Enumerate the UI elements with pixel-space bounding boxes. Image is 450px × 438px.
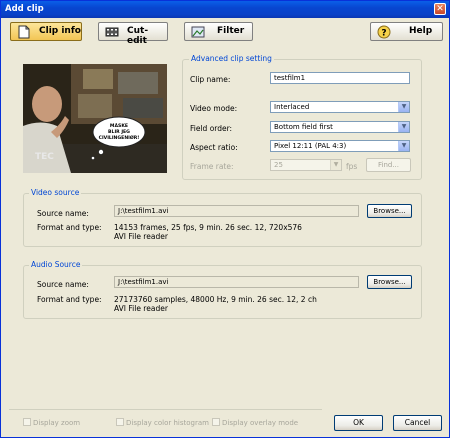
window-title: Add clip — [5, 4, 44, 14]
film-strip-icon — [105, 27, 119, 37]
close-button[interactable]: ✕ — [434, 3, 446, 15]
svg-text:?: ? — [381, 29, 386, 39]
field-order-label: Field order: — [190, 124, 233, 133]
chevron-down-icon[interactable]: ▼ — [330, 160, 341, 170]
video-mode-select[interactable]: Interlaced ▼ — [270, 101, 410, 113]
add-clip-dialog: Add clip ✕ Clip info Cut-edit Filter ? H… — [0, 0, 450, 438]
tab-clip-info-label: Clip info — [39, 26, 81, 36]
video-source-name-label: Source name: — [37, 209, 89, 218]
clip-name-input[interactable]: testfilm1 — [270, 72, 410, 84]
audio-format-line-1: 27173760 samples, 48000 Hz, 9 min. 26 se… — [114, 295, 317, 304]
ok-button[interactable]: OK — [334, 415, 383, 431]
field-order-value: Bottom field first — [274, 123, 333, 131]
preview-scene: MÅSKE BLIR JEG CIVILINGENIØR! TEC — [23, 64, 167, 173]
title-bar: Add clip ✕ — [1, 1, 449, 18]
tab-cut-edit[interactable]: Cut-edit — [98, 22, 168, 46]
aspect-ratio-label: Aspect ratio: — [190, 143, 238, 152]
display-overlay-mode-label: Display overlay mode — [222, 419, 299, 427]
display-zoom-label: Display zoom — [33, 419, 81, 427]
help-label: Help — [409, 26, 433, 36]
tab-cut-edit-label: Cut-edit — [127, 26, 149, 46]
video-format-label: Format and type: — [37, 223, 102, 232]
display-zoom-checkbox[interactable] — [23, 418, 31, 426]
frame-rate-value: 25 — [274, 161, 283, 169]
video-source-name-field: J:\testfilm1.avi — [114, 205, 359, 217]
frame-rate-select[interactable]: 25 ▼ — [270, 159, 342, 171]
bubble-text-line-3: CIVILINGENIØR! — [99, 134, 140, 141]
footer-divider — [9, 409, 322, 410]
video-mode-label: Video mode: — [190, 104, 238, 113]
advanced-clip-setting-legend: Advanced clip setting — [189, 54, 274, 63]
audio-browse-button[interactable]: Browse... — [367, 275, 412, 289]
audio-source-name-label: Source name: — [37, 280, 89, 289]
audio-source-name-field: J:\testfilm1.avi — [114, 276, 359, 288]
filter-icon — [191, 26, 205, 38]
chevron-down-icon[interactable]: ▼ — [398, 141, 409, 151]
display-color-histogram-label: Display color histogram — [126, 419, 209, 427]
help-button[interactable]: ? Help — [370, 22, 443, 41]
video-format-line-1: 14153 frames, 25 fps, 9 min. 26 sec. 12,… — [114, 223, 302, 232]
document-icon — [18, 25, 30, 39]
video-source-legend: Video source — [29, 188, 82, 197]
video-source-group: Video source — [23, 188, 422, 247]
video-mode-value: Interlaced — [274, 103, 310, 111]
audio-format-label: Format and type: — [37, 295, 102, 304]
help-icon: ? — [377, 25, 391, 39]
display-overlay-mode-checkbox[interactable] — [212, 418, 220, 426]
display-color-histogram-checkbox[interactable] — [116, 418, 124, 426]
aspect-ratio-value: Pixel 12:11 (PAL 4:3) — [274, 142, 347, 150]
preview-logo-text: TEC — [35, 152, 54, 162]
audio-source-group: Audio Source — [23, 260, 422, 319]
find-button[interactable]: Find... — [366, 158, 411, 172]
bubble-text-line-2: BLIR JEG — [108, 129, 130, 135]
audio-format-line-2: AVI File reader — [114, 304, 168, 313]
bubble-text-line-1: MÅSKE — [110, 122, 128, 129]
cancel-button[interactable]: Cancel — [393, 415, 442, 431]
tab-filter[interactable]: Filter — [184, 22, 253, 41]
tab-filter-label: Filter — [217, 26, 245, 36]
frame-rate-label: Frame rate: — [190, 162, 234, 171]
chevron-down-icon[interactable]: ▼ — [398, 122, 409, 132]
clip-preview-image: MÅSKE BLIR JEG CIVILINGENIØR! TEC — [23, 64, 167, 173]
clip-name-label: Clip name: — [190, 75, 231, 84]
aspect-ratio-select[interactable]: Pixel 12:11 (PAL 4:3) ▼ — [270, 140, 410, 152]
tab-clip-info[interactable]: Clip info — [10, 22, 82, 41]
fps-label: fps — [346, 162, 358, 171]
audio-source-legend: Audio Source — [29, 260, 83, 269]
chevron-down-icon[interactable]: ▼ — [398, 102, 409, 112]
video-format-line-2: AVI File reader — [114, 232, 168, 241]
video-browse-button[interactable]: Browse... — [367, 204, 412, 218]
field-order-select[interactable]: Bottom field first ▼ — [270, 121, 410, 133]
